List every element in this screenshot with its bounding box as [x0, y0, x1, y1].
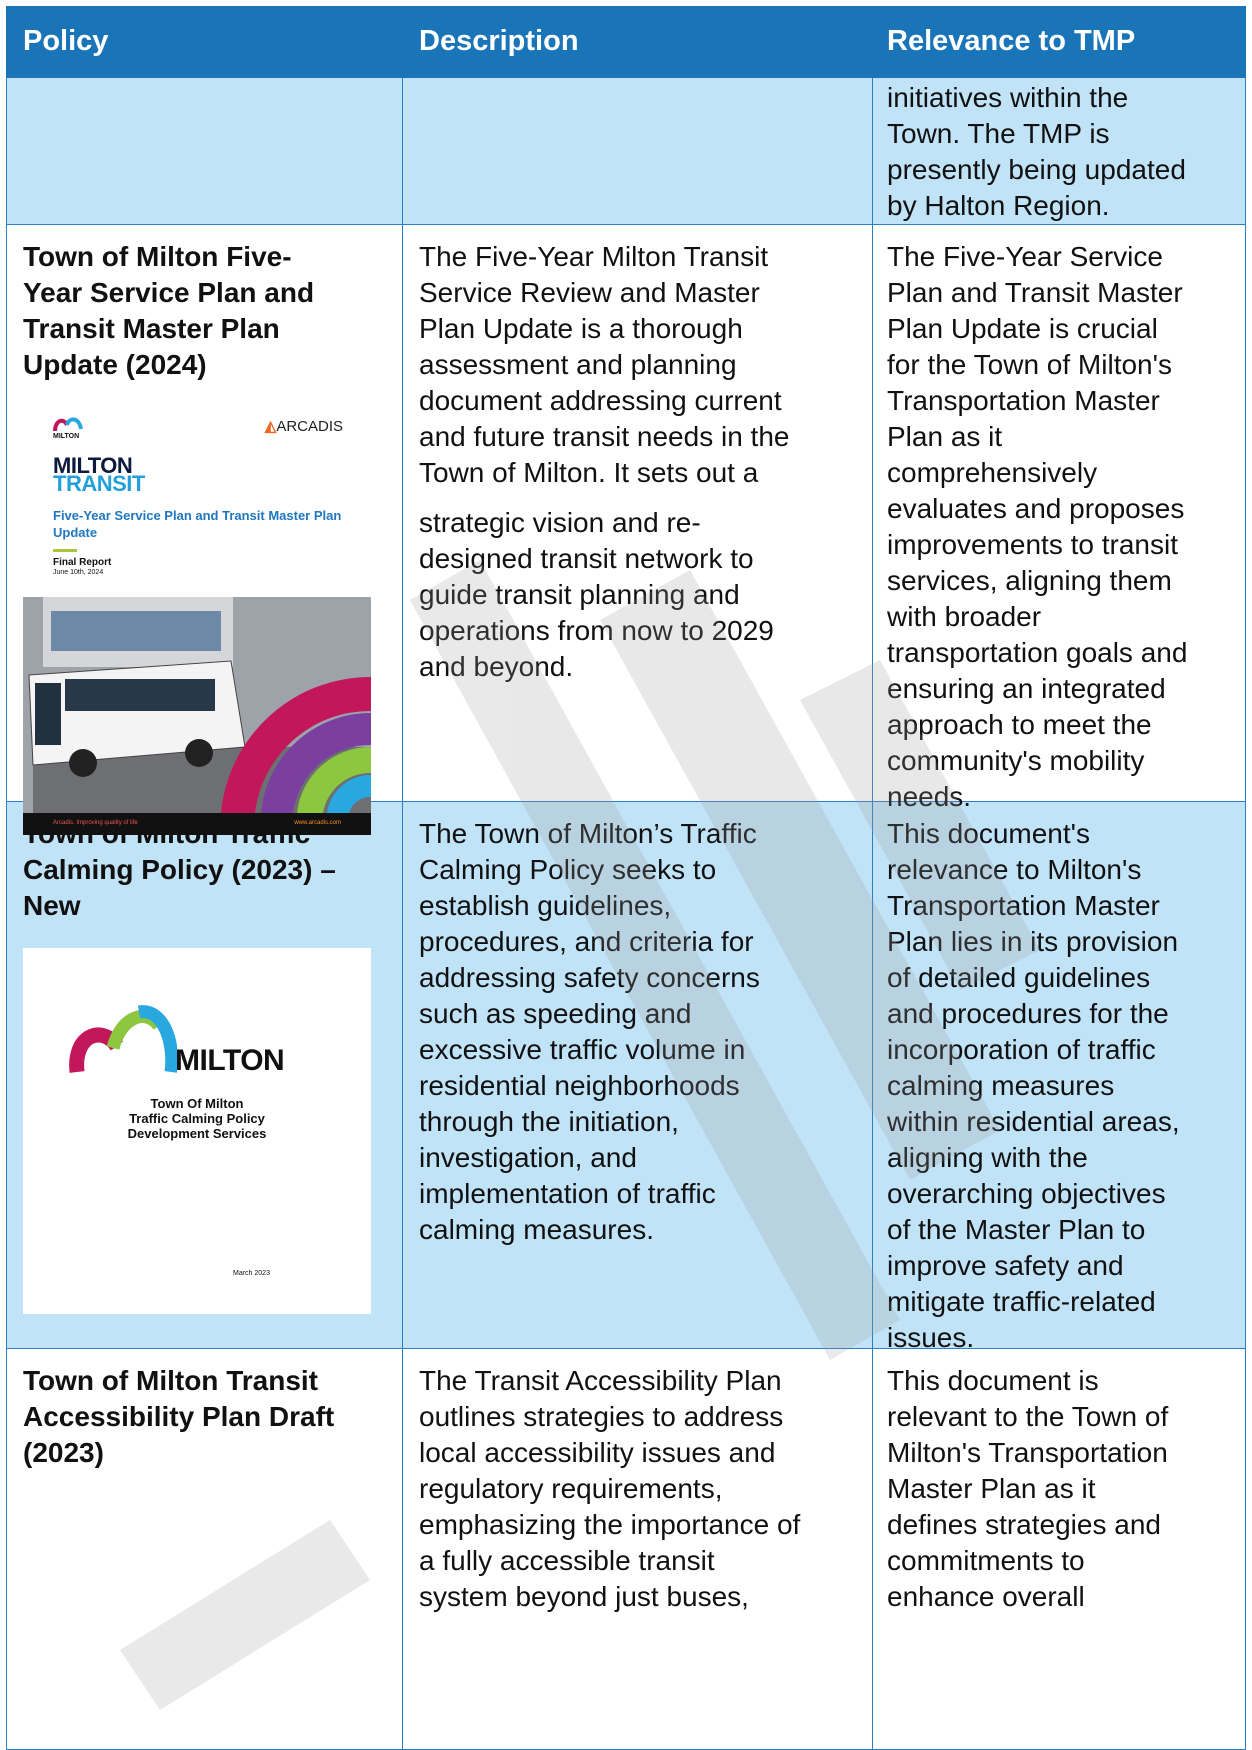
description-cell: The Five-Year Milton Transit Service Rev… — [403, 225, 873, 801]
table-row: Town of Milton Traffic Calming Policy (2… — [6, 802, 1246, 1353]
relevance-cell: This document's relevance to Milton's Tr… — [873, 802, 1245, 1353]
table-header: Policy Description Relevance to TMP — [6, 6, 1246, 78]
description-text: The Town of Milton’s Traffic Calming Pol… — [419, 818, 760, 1245]
cover-title: Five-Year Service Plan and Transit Maste… — [53, 508, 342, 540]
milton-wordmark: MILTON — [175, 1044, 285, 1077]
milton-logo-icon — [53, 417, 83, 432]
relevance-cell: initiatives within the Town. The TMP is … — [873, 78, 1245, 224]
description-text: The Transit Accessibility Plan outlines … — [419, 1365, 801, 1612]
document-cover-five-year-plan: MILTON ◭ARCADIS MILTON TRANSIT Five-Year … — [23, 407, 371, 835]
header-description: Description — [419, 25, 579, 57]
table-row: Town of Milton Five- Year Service Plan a… — [6, 225, 1246, 835]
document-cover-traffic-calming: MILTON Town Of Milton Traffic Calming Po… — [23, 948, 371, 1314]
relevance-cell: The Five-Year Service Plan and Transit M… — [873, 225, 1245, 812]
policy-cell: Town of Milton Traffic Calming Policy (2… — [7, 802, 403, 1348]
header-policy: Policy — [7, 7, 403, 77]
table-row: Town of Milton Transit Accessibility Pla… — [6, 1349, 1246, 1750]
policy-title: Town of Milton Transit Accessibility Pla… — [23, 1365, 335, 1468]
milton-transit-brand: MILTON TRANSIT — [53, 453, 145, 496]
relevance-text: This document is relevant to the Town of… — [887, 1365, 1169, 1612]
header-relevance: Relevance to TMP — [887, 25, 1136, 57]
cover-report-label: Final Report — [53, 557, 112, 568]
description-cell: The Transit Accessibility Plan outlines … — [403, 1349, 873, 1749]
policy-table: Policy Description Relevance to TMP init… — [6, 6, 1246, 1750]
milton-logo-icon — [69, 1005, 177, 1073]
policy-cell: Town of Milton Five- Year Service Plan a… — [7, 225, 403, 835]
policy-cell — [7, 78, 403, 224]
policy-cell: Town of Milton Transit Accessibility Pla… — [7, 1349, 403, 1749]
description-text: The Five-Year Milton Transit Service Rev… — [419, 241, 790, 488]
table-row: initiatives within the Town. The TMP is … — [6, 78, 1246, 225]
description-cell: The Town of Milton’s Traffic Calming Pol… — [403, 802, 873, 1348]
accent-bar — [53, 549, 77, 552]
policy-title: Town of Milton Five- Year Service Plan a… — [23, 241, 315, 380]
relevance-cell: This document is relevant to the Town of… — [873, 1349, 1245, 1749]
arcadis-logo: ◭ARCADIS — [264, 418, 343, 435]
description-text-continued: strategic vision and re- designed transi… — [419, 507, 774, 682]
relevance-text: initiatives within the Town. The TMP is … — [887, 82, 1186, 221]
bus-photo — [23, 597, 371, 813]
cover-date: March 2023 — [233, 1270, 270, 1277]
cover-subtitle: Town Of Milton Traffic Calming Policy De… — [127, 1096, 267, 1141]
relevance-text: This document's relevance to Milton's Tr… — [887, 818, 1180, 1353]
cover-date: June 10th, 2024 — [53, 569, 104, 576]
cover-footer: Arcadis. Improving quality of life www.ar… — [23, 813, 371, 835]
relevance-text: The Five-Year Service Plan and Transit M… — [887, 241, 1188, 812]
description-cell — [403, 78, 873, 224]
